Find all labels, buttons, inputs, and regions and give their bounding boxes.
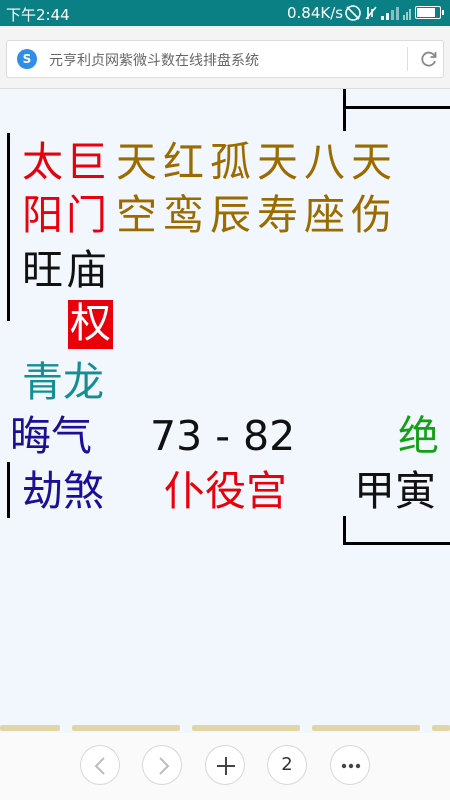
new-tab-button[interactable] <box>205 745 245 785</box>
status-bar: 下午2:44 0.84K/s <box>0 0 450 26</box>
cell-border-bottom-horizontal <box>343 542 450 545</box>
signal-icons <box>345 5 411 21</box>
minor-star-1-top[interactable]: 天 <box>116 142 157 183</box>
plus-icon <box>217 757 235 775</box>
address-divider <box>407 47 408 71</box>
tab-count: 2 <box>281 754 293 775</box>
chevron-left-icon <box>94 757 105 775</box>
transformation-badge[interactable]: 权 <box>68 300 113 349</box>
main-star-2-bottom[interactable]: 门 <box>66 195 107 236</box>
reload-icon[interactable] <box>419 49 439 69</box>
cell-border-top-vertical <box>343 89 346 131</box>
cell-border-left-upper <box>7 133 10 321</box>
signal-strength-icon <box>381 7 399 20</box>
minor-star-6-bottom[interactable]: 伤 <box>351 195 392 236</box>
stem-branch: 甲寅 <box>354 467 436 515</box>
minor-star-2-top[interactable]: 红 <box>163 142 204 183</box>
more-icon <box>341 763 361 769</box>
palace-name[interactable]: 仆役宫 <box>164 471 287 512</box>
battery-icon <box>415 6 444 19</box>
cell-border-left-lower <box>7 462 10 518</box>
browser-address-area: S 元亨利贞网紫微斗数在线排盘系统 <box>0 26 450 89</box>
address-bar[interactable]: S 元亨利贞网紫微斗数在线排盘系统 <box>6 40 444 78</box>
minor-star-3-bottom[interactable]: 辰 <box>210 195 251 236</box>
main-star-1-bottom[interactable]: 阳 <box>22 195 63 236</box>
suiqian-spirit: 晦气 <box>10 412 92 460</box>
minor-star-6-top[interactable]: 天 <box>351 142 392 183</box>
cell-edge-tick <box>432 725 450 731</box>
chevron-right-icon <box>159 757 170 775</box>
main-star-1-brightness: 旺 <box>22 246 63 294</box>
palace-cell: 太 巨 阳 门 天 红 孤 天 八 天 空 鸾 辰 寿 座 伤 旺 庙 权 青龙… <box>0 89 450 729</box>
cell-edge-strip <box>0 725 450 733</box>
main-star-2-top[interactable]: 巨 <box>66 142 107 183</box>
minor-star-5-bottom[interactable]: 座 <box>304 195 345 236</box>
rotation-lock-icon <box>345 5 361 21</box>
boshi-spirit: 青龙 <box>22 358 104 406</box>
forward-button[interactable] <box>142 745 182 785</box>
minor-star-5-top[interactable]: 八 <box>304 142 345 183</box>
status-time: 下午2:44 <box>6 6 70 24</box>
age-range: 73 - 82 <box>150 412 296 460</box>
cell-edge-tick <box>192 725 300 731</box>
network-speed: 0.84K/s <box>287 4 344 22</box>
cell-edge-tick <box>312 725 420 731</box>
minor-star-2-bottom[interactable]: 鸾 <box>163 195 204 236</box>
mute-icon <box>365 6 377 20</box>
cell-edge-tick <box>72 725 180 731</box>
sim-signal-icon <box>403 9 411 20</box>
main-star-1-top[interactable]: 太 <box>22 142 63 183</box>
cell-border-bottom-vertical <box>343 516 346 544</box>
back-button[interactable] <box>80 745 120 785</box>
cell-edge-tick <box>0 725 60 731</box>
tabs-button[interactable]: 2 <box>267 745 307 785</box>
menu-button[interactable] <box>330 745 370 785</box>
browser-toolbar: 2 <box>0 733 450 800</box>
cell-border-top-horizontal <box>343 106 450 109</box>
minor-star-3-top[interactable]: 孤 <box>210 142 251 183</box>
page-title[interactable]: 元亨利贞网紫微斗数在线排盘系统 <box>49 50 259 70</box>
main-star-2-brightness: 庙 <box>66 246 107 294</box>
minor-star-1-bottom[interactable]: 空 <box>116 195 157 236</box>
jiangqian-spirit: 劫煞 <box>22 467 104 515</box>
changsheng-stage: 绝 <box>398 412 439 460</box>
site-favicon-icon: S <box>17 49 37 69</box>
minor-star-4-bottom[interactable]: 寿 <box>257 195 298 236</box>
minor-star-4-top[interactable]: 天 <box>257 142 298 183</box>
